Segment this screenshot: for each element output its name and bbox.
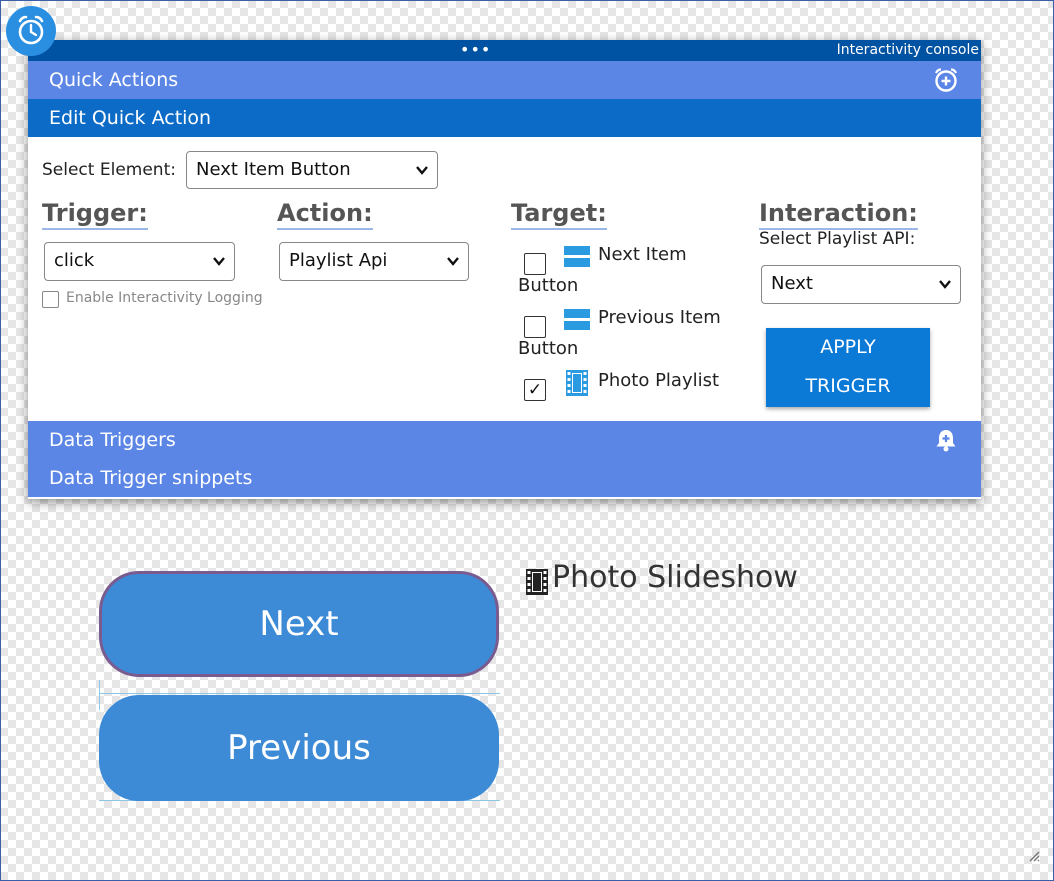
target-label-photo-playlist: Photo Playlist: [598, 370, 720, 391]
photo-slideshow-title: Photo Slideshow: [552, 560, 798, 595]
data-triggers-header[interactable]: Data Triggers: [28, 421, 981, 459]
trigger-dropdown[interactable]: click: [44, 242, 235, 281]
playlist-api-dropdown[interactable]: Next: [761, 265, 961, 304]
console-title: Interactivity console: [836, 42, 979, 58]
selection-guide: [99, 680, 100, 710]
select-element-value: Next Item Button: [196, 159, 351, 180]
chevron-down-icon: [416, 166, 428, 175]
alarm-clock-icon: [18, 15, 44, 45]
edit-quick-action-header[interactable]: Edit Quick Action: [28, 99, 981, 137]
next-button-label: Next: [259, 604, 339, 644]
resize-grip-icon[interactable]: [1028, 850, 1040, 862]
data-trigger-snippets-label: Data Trigger snippets: [49, 467, 253, 489]
button-icon: [564, 246, 590, 267]
console-titlebar[interactable]: ••• Interactivity console: [28, 40, 981, 61]
chevron-down-icon: [213, 257, 225, 266]
quick-actions-header[interactable]: Quick Actions: [28, 61, 981, 99]
target-label-previous-item: Previous Item: [598, 307, 721, 328]
add-alarm-icon[interactable]: [933, 67, 959, 93]
edit-quick-action-panel: Select Element: Next Item Button Trigger…: [28, 137, 981, 421]
target-checkbox-previous-item[interactable]: [524, 316, 546, 338]
logging-label: Enable Interactivity Logging: [66, 290, 263, 306]
trigger-value: click: [54, 250, 95, 271]
previous-button[interactable]: Previous: [99, 695, 499, 801]
edit-quick-action-label: Edit Quick Action: [49, 107, 212, 129]
apply-trigger-button[interactable]: APPLY TRIGGER: [766, 328, 930, 407]
action-heading: Action:: [277, 199, 373, 230]
playlist-api-label: Select Playlist API:: [759, 229, 916, 249]
quick-actions-label: Quick Actions: [49, 69, 179, 91]
chevron-down-icon: [939, 280, 951, 289]
alarm-clock-badge[interactable]: [6, 6, 56, 56]
film-icon: [526, 569, 548, 595]
target-checkbox-photo-playlist[interactable]: ✓: [524, 379, 546, 401]
button-icon: [564, 309, 590, 330]
data-trigger-snippets-header[interactable]: Data Trigger snippets: [28, 459, 981, 497]
logging-checkbox[interactable]: [42, 291, 59, 308]
action-value: Playlist Api: [289, 250, 388, 271]
chevron-down-icon: [447, 257, 459, 266]
interaction-heading: Interaction:: [759, 199, 918, 230]
next-button[interactable]: Next: [99, 571, 499, 677]
target-label-next-item: Next Item: [598, 244, 687, 265]
target-label-next-item-line2: Button: [518, 275, 579, 296]
bell-add-icon[interactable]: [933, 427, 959, 453]
apply-trigger-line2: TRIGGER: [805, 375, 891, 397]
selection-guide: [99, 693, 500, 694]
trigger-heading: Trigger:: [42, 199, 148, 230]
data-triggers-label: Data Triggers: [49, 429, 176, 451]
select-element-dropdown[interactable]: Next Item Button: [186, 151, 438, 189]
action-dropdown[interactable]: Playlist Api: [279, 242, 469, 281]
drag-handle-icon[interactable]: •••: [460, 40, 491, 60]
playlist-api-value: Next: [771, 273, 813, 294]
film-icon: [566, 370, 588, 396]
target-heading: Target:: [511, 199, 607, 230]
target-checkbox-next-item[interactable]: [524, 253, 546, 275]
apply-trigger-line1: APPLY: [820, 336, 876, 358]
select-element-label: Select Element:: [42, 160, 176, 180]
target-label-previous-item-line2: Button: [518, 338, 579, 359]
previous-button-label: Previous: [227, 728, 371, 768]
interactivity-console: ••• Interactivity console Quick Actions …: [28, 40, 981, 499]
